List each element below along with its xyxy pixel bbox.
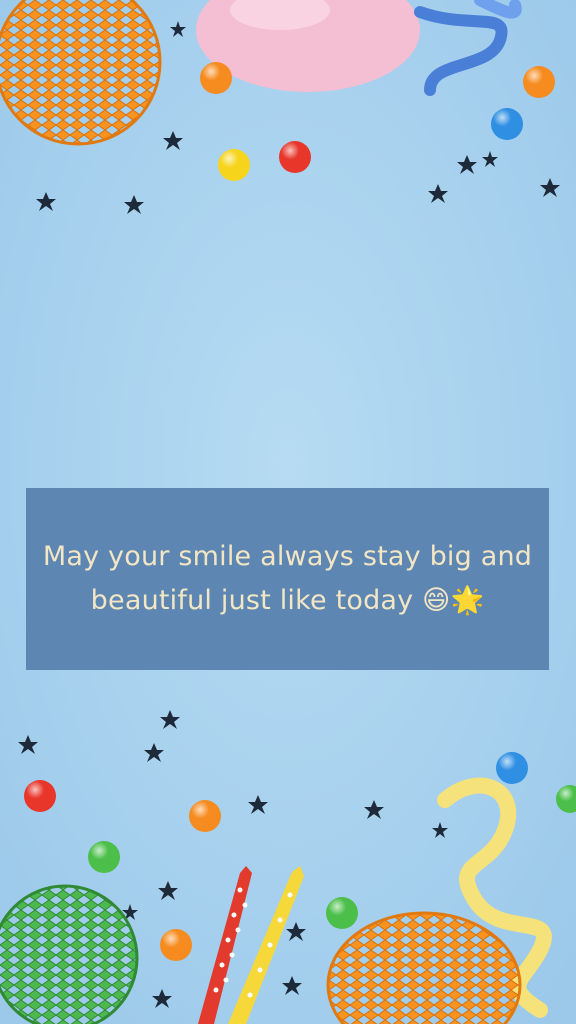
quote-message: May your smile always stay big and beaut… <box>42 541 533 616</box>
quote-box: May your smile always stay big and beaut… <box>26 488 549 670</box>
green-honeycomb-bottom <box>0 884 139 1024</box>
